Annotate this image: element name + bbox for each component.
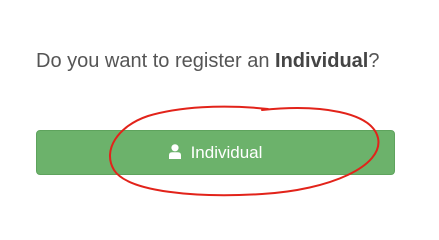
red-circle-annotation [109,105,380,197]
prompt-prefix: Do you want to register an [36,50,276,72]
prompt-emphasis: Individual [275,50,369,72]
register-individual-label: Individual [190,142,263,162]
register-prompt: Do you want to register an Individual? [36,48,379,74]
register-individual-button[interactable]: Individual [36,130,395,175]
user-icon [168,144,181,159]
prompt-suffix: ? [368,50,380,72]
